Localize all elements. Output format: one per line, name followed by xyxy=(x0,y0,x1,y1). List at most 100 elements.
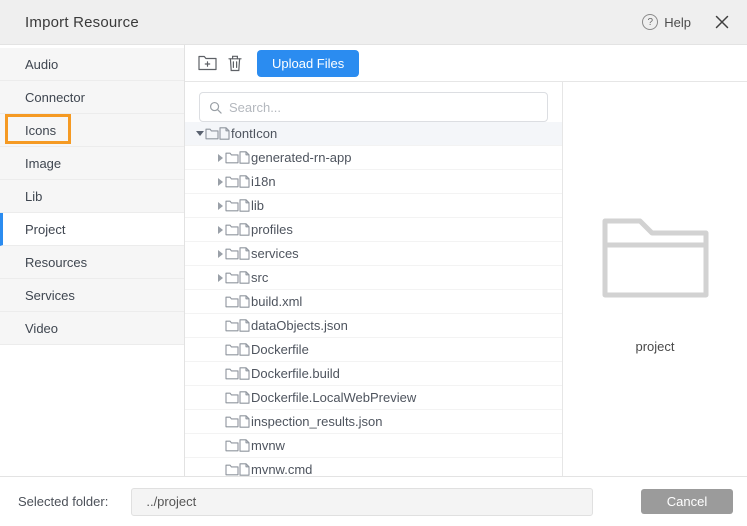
tree-item-label: src xyxy=(251,270,268,285)
selected-folder-label: Selected folder: xyxy=(18,494,108,509)
tree-item-label: lib xyxy=(251,198,264,213)
tree-row[interactable]: build.xml xyxy=(185,290,562,314)
tree-item-label: build.xml xyxy=(251,294,302,309)
tree-row[interactable]: Dockerfile.build xyxy=(185,362,562,386)
sidebar-item-label: Services xyxy=(25,288,75,303)
tree-row[interactable]: generated-rn-app xyxy=(185,146,562,170)
file-icon xyxy=(239,439,250,452)
sidebar-item-label: Video xyxy=(25,321,58,336)
sidebar-item-label: Project xyxy=(25,222,65,237)
help-question-icon xyxy=(642,14,658,30)
tree-row[interactable]: inspection_results.json xyxy=(185,410,562,434)
file-icon xyxy=(239,319,250,332)
preview-panel: project xyxy=(563,82,747,476)
tree-row[interactable]: fontIcon xyxy=(185,122,562,146)
category-sidebar: Audio Connector Icons Image Lib Project xyxy=(0,45,185,476)
tree-item-label: profiles xyxy=(251,222,293,237)
tree-item-label: mvnw.cmd xyxy=(251,462,312,476)
tree-item-label: Dockerfile.LocalWebPreview xyxy=(251,390,416,405)
sidebar-item[interactable]: Resources xyxy=(0,246,184,279)
close-icon[interactable] xyxy=(715,15,729,29)
help-button[interactable]: Help xyxy=(642,14,691,30)
search-input[interactable] xyxy=(229,100,538,115)
file-toolbar: Upload Files xyxy=(185,45,747,82)
sidebar-item[interactable]: Image xyxy=(0,147,184,180)
search-box xyxy=(199,92,548,122)
delete-trash-icon[interactable] xyxy=(228,55,242,72)
folder-icon xyxy=(225,296,239,308)
folder-icon xyxy=(225,200,239,212)
file-icon xyxy=(239,343,250,356)
tree-item-label: Dockerfile.build xyxy=(251,366,340,381)
folder-preview-icon xyxy=(602,218,709,303)
sidebar-item-label: Icons xyxy=(25,123,56,138)
dialog-header: Import Resource Help xyxy=(0,0,747,45)
tree-row[interactable]: services xyxy=(185,242,562,266)
folder-icon xyxy=(205,128,219,140)
file-icon xyxy=(239,367,250,380)
folder-icon xyxy=(225,248,239,260)
tree-item-label: Dockerfile xyxy=(251,342,309,357)
tree-row[interactable]: lib xyxy=(185,194,562,218)
tree-item-label: services xyxy=(251,246,299,261)
file-icon xyxy=(239,295,250,308)
tree-item-label: mvnw xyxy=(251,438,285,453)
file-icon xyxy=(239,247,250,260)
dialog-title: Import Resource xyxy=(25,14,139,31)
selected-folder-input[interactable] xyxy=(131,488,593,516)
folder-icon xyxy=(225,464,239,476)
search-icon xyxy=(209,101,222,114)
file-icon xyxy=(239,415,250,428)
tree-item-label: dataObjects.json xyxy=(251,318,348,333)
tree-item-label: generated-rn-app xyxy=(251,150,351,165)
folder-icon xyxy=(225,392,239,404)
tree-row[interactable]: mvnw xyxy=(185,434,562,458)
tree-item-label: i18n xyxy=(251,174,276,189)
folder-icon xyxy=(225,224,239,236)
tree-row[interactable]: mvnw.cmd xyxy=(185,458,562,476)
sidebar-item[interactable]: Connector xyxy=(0,81,184,114)
sidebar-item-label: Image xyxy=(25,156,61,171)
tree-row[interactable]: Dockerfile xyxy=(185,338,562,362)
file-icon xyxy=(239,463,250,476)
folder-icon xyxy=(225,320,239,332)
sidebar-item[interactable]: Project xyxy=(0,213,184,246)
cancel-button[interactable]: Cancel xyxy=(641,489,733,514)
help-label: Help xyxy=(664,15,691,30)
tree-item-label: fontIcon xyxy=(231,126,277,141)
tree-row[interactable]: i18n xyxy=(185,170,562,194)
tree-row[interactable]: dataObjects.json xyxy=(185,314,562,338)
sidebar-item-label: Lib xyxy=(25,189,42,204)
tree-row[interactable]: src xyxy=(185,266,562,290)
folder-icon xyxy=(225,344,239,356)
file-icon xyxy=(239,223,250,236)
sidebar-item[interactable]: Lib xyxy=(0,180,184,213)
file-icon xyxy=(239,175,250,188)
folder-icon xyxy=(225,272,239,284)
sidebar-item-label: Audio xyxy=(25,57,58,72)
file-icon xyxy=(239,271,250,284)
folder-icon xyxy=(225,176,239,188)
preview-folder-name: project xyxy=(635,339,674,354)
file-icon xyxy=(239,199,250,212)
file-icon xyxy=(219,127,230,140)
tree-row[interactable]: Dockerfile.LocalWebPreview xyxy=(185,386,562,410)
new-folder-icon[interactable] xyxy=(198,55,217,71)
sidebar-item-label: Resources xyxy=(25,255,87,270)
tree-row[interactable]: profiles xyxy=(185,218,562,242)
file-icon xyxy=(239,391,250,404)
folder-icon xyxy=(225,440,239,452)
folder-icon xyxy=(225,416,239,428)
dialog-footer: Selected folder: Cancel xyxy=(0,476,747,526)
folder-icon xyxy=(225,152,239,164)
sidebar-item[interactable]: Icons xyxy=(0,114,184,147)
file-tree-panel: fontIcon xyxy=(185,82,563,476)
sidebar-item[interactable]: Video xyxy=(0,312,184,345)
sidebar-item-label: Connector xyxy=(25,90,85,105)
tree-item-label: inspection_results.json xyxy=(251,414,383,429)
sidebar-item[interactable]: Services xyxy=(0,279,184,312)
sidebar-item[interactable]: Audio xyxy=(0,48,184,81)
file-icon xyxy=(239,151,250,164)
upload-files-button[interactable]: Upload Files xyxy=(257,50,359,77)
folder-icon xyxy=(225,368,239,380)
